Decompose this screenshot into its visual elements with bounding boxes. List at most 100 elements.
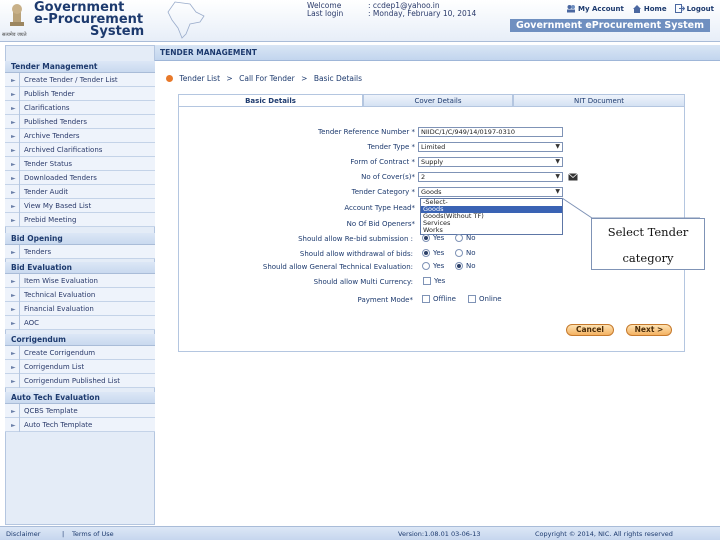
breadcrumb-call-for-tender[interactable]: Call For Tender (239, 74, 295, 83)
sidebar-item-archive-tenders[interactable]: ► Archive Tenders (5, 129, 155, 143)
dropdown-option[interactable]: Works (421, 227, 562, 234)
sidebar-item-qcbs-template[interactable]: ► QCBS Template (5, 404, 155, 418)
chevron-right-icon: ► (11, 203, 16, 210)
system-title: Government eProcurement System (509, 19, 710, 32)
chevron-right-icon: ► (11, 105, 16, 112)
chevron-right-icon: ► (11, 408, 16, 415)
breadcrumb: Tender List > Call For Tender > Basic De… (166, 74, 362, 83)
chevron-right-icon: ► (11, 119, 16, 126)
rebid-no-radio[interactable]: No (455, 234, 476, 242)
sidebar-section-tender-management[interactable]: Tender Management (5, 61, 155, 73)
multi-currency-label: Should allow Multi Currency: (313, 278, 413, 286)
tender-type-label: Tender Type * (367, 143, 416, 151)
general-tech-yes-radio[interactable]: Yes (422, 262, 444, 270)
last-login-label: Last login (307, 9, 344, 18)
last-login-value: : Monday, February 10, 2014 (368, 9, 477, 18)
home-link[interactable]: Home (632, 4, 667, 13)
my-account-link[interactable]: My Account (566, 4, 624, 13)
chevron-right-icon: ► (11, 91, 16, 98)
form-contract-select[interactable]: Supply ▼ (418, 157, 563, 167)
app-logo[interactable]: Government e-Procurement System (34, 1, 145, 39)
chevron-right-icon: ► (11, 320, 16, 327)
rebid-yes-radio[interactable]: Yes (422, 234, 444, 242)
chevron-right-icon: ► (11, 161, 16, 168)
chevron-right-icon: ► (11, 249, 16, 256)
multi-currency-checkbox[interactable]: Yes (423, 277, 445, 285)
tab-cover-details[interactable]: Cover Details (363, 94, 513, 106)
bullet-icon (166, 75, 173, 82)
callout-line-2: category (622, 251, 674, 265)
logout-icon (674, 4, 685, 13)
sidebar-item-tenders[interactable]: ► Tenders (5, 245, 155, 259)
tender-ref-label: Tender Reference Number * (317, 128, 415, 136)
next-button[interactable]: Next > (626, 324, 672, 336)
sidebar-section-bid-evaluation[interactable]: Bid Evaluation (5, 262, 155, 274)
sidebar-item-downloaded-tenders[interactable]: ► Downloaded Tenders (5, 171, 155, 185)
chevron-down-icon: ▼ (555, 158, 560, 165)
chevron-right-icon: ► (11, 189, 16, 196)
sidebar-item-auto-tech-template[interactable]: ► Auto Tech Template (5, 418, 155, 432)
withdrawal-no-radio[interactable]: No (455, 249, 476, 257)
sidebar-item-corrigendum-published-list[interactable]: ► Corrigendum Published List (5, 374, 155, 388)
cancel-button[interactable]: Cancel (566, 324, 614, 336)
form-contract-label: Form of Contract * (350, 158, 415, 166)
sidebar-item-clarifications[interactable]: ► Clarifications (5, 101, 155, 115)
breadcrumb-basic-details: Basic Details (313, 74, 363, 83)
sidebar-item-tender-status[interactable]: ► Tender Status (5, 157, 155, 171)
chevron-right-icon: ► (11, 364, 16, 371)
sidebar-item-archived-clarifications[interactable]: ► Archived Clarifications (5, 143, 155, 157)
tender-ref-input[interactable]: NIIDC/1/C/949/14/0197-0310 (418, 127, 563, 137)
tab-basic-details[interactable]: Basic Details (178, 94, 363, 106)
sidebar-item-prebid-meeting[interactable]: ► Prebid Meeting (5, 213, 155, 227)
general-tech-no-radio[interactable]: No (455, 262, 476, 270)
sidebar-item-technical-evaluation[interactable]: ► Technical Evaluation (5, 288, 155, 302)
chevron-down-icon: ▼ (555, 188, 560, 195)
sidebar-item-published-tenders[interactable]: ► Published Tenders (5, 115, 155, 129)
sidebar-item-publish-tender[interactable]: ► Publish Tender (5, 87, 155, 101)
footer: Disclaimer | Terms of Use Version:1.08.0… (0, 526, 720, 540)
payment-online-checkbox[interactable]: Online (468, 295, 502, 303)
disclaimer-link[interactable]: Disclaimer (6, 530, 40, 538)
sidebar-item-tender-audit[interactable]: ► Tender Audit (5, 185, 155, 199)
tender-type-select[interactable]: Limited ▼ (418, 142, 563, 152)
emblem-caption: सत्यमेव जयते (2, 32, 27, 38)
india-map-icon (167, 1, 205, 39)
breadcrumb-separator: > (301, 74, 308, 83)
covers-label: No of Cover(s)* (361, 173, 415, 181)
sidebar-item-aoc[interactable]: ► AOC (5, 316, 155, 330)
breadcrumb-tender-list[interactable]: Tender List (179, 74, 220, 83)
chevron-right-icon: ► (11, 278, 16, 285)
payment-offline-checkbox[interactable]: Offline (422, 295, 456, 303)
footer-divider: | (62, 530, 65, 538)
copyright-text: Copyright © 2014, NIC. All rights reserv… (535, 530, 673, 538)
sidebar-section-bid-opening[interactable]: Bid Opening (5, 233, 155, 245)
general-tech-label: Should allow General Technical Evaluatio… (262, 263, 413, 271)
logout-link[interactable]: Logout (674, 4, 714, 13)
bid-openers-label: No Of Bid Openers* (346, 220, 415, 228)
sidebar-section-auto-tech-evaluation[interactable]: Auto Tech Evaluation (5, 392, 155, 404)
chevron-right-icon: ► (11, 175, 16, 182)
tab-nit-document[interactable]: NIT Document (513, 94, 685, 106)
withdrawal-yes-radio[interactable]: Yes (422, 249, 444, 257)
logo-line-3: System (90, 24, 145, 39)
sidebar-item-create-tender[interactable]: ► Create Tender / Tender List (5, 73, 155, 87)
breadcrumb-separator: > (226, 74, 233, 83)
sidebar-item-corrigendum-list[interactable]: ► Corrigendum List (5, 360, 155, 374)
chevron-right-icon: ► (11, 422, 16, 429)
top-links: My Account Home Logout (566, 4, 714, 13)
sidebar-item-item-wise-evaluation[interactable]: ► Item Wise Evaluation (5, 274, 155, 288)
tender-category-select[interactable]: Goods ▼ (418, 187, 563, 197)
chevron-right-icon: ► (11, 292, 16, 299)
terms-link[interactable]: Terms of Use (72, 530, 114, 538)
chevron-right-icon: ► (11, 306, 16, 313)
tender-category-dropdown-list: -Select- Goods Goods(Without TF) Service… (420, 198, 563, 235)
sidebar-item-view-based-list[interactable]: ► View My Based List (5, 199, 155, 213)
sidebar-item-create-corrigendum[interactable]: ► Create Corrigendum (5, 346, 155, 360)
covers-select[interactable]: 2 ▼ (418, 172, 563, 182)
page-title: TENDER MANAGEMENT (160, 48, 257, 57)
mail-icon[interactable] (568, 173, 578, 181)
payment-mode-label: Payment Mode* (357, 296, 413, 304)
sidebar-section-corrigendum[interactable]: Corrigendum (5, 334, 155, 346)
sidebar-item-financial-evaluation[interactable]: ► Financial Evaluation (5, 302, 155, 316)
callout-annotation: Select Tender category (591, 218, 705, 270)
